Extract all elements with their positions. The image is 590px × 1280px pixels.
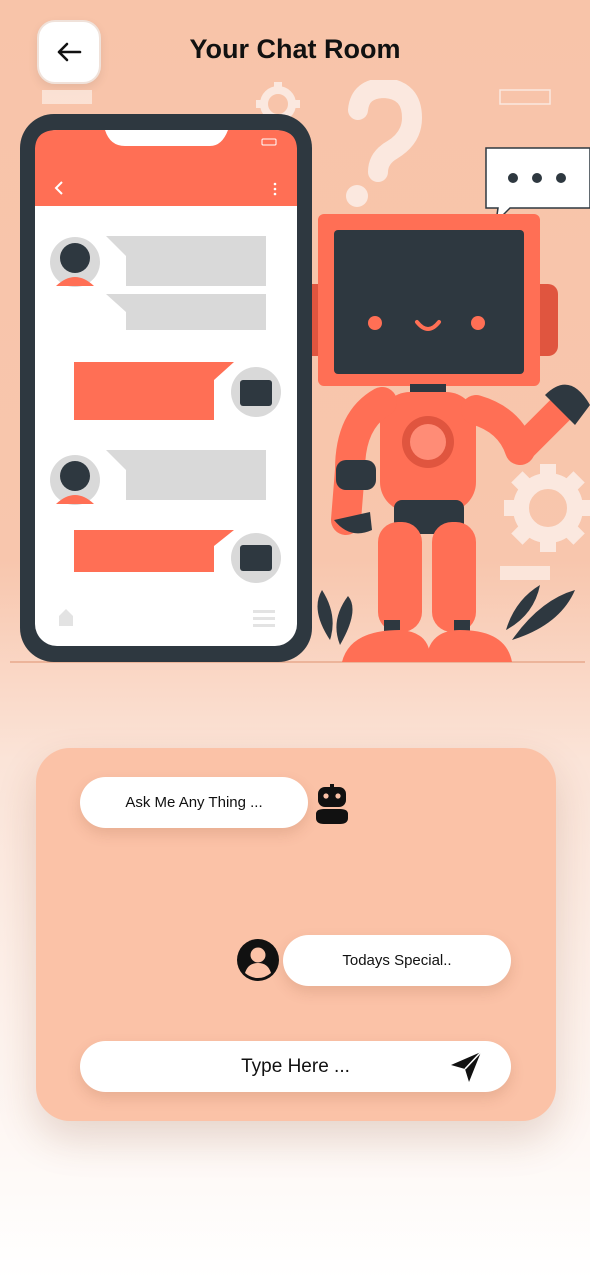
phone-mockup bbox=[20, 114, 312, 662]
hero-illustration bbox=[0, 77, 590, 680]
user-circle-icon bbox=[237, 939, 279, 981]
send-paper-plane-icon[interactable] bbox=[449, 1050, 483, 1084]
page-title: Your Chat Room bbox=[189, 34, 401, 64]
robot-icon bbox=[316, 784, 348, 824]
message-input[interactable] bbox=[80, 1041, 511, 1092]
gear-icon bbox=[504, 464, 590, 552]
question-mark-icon bbox=[346, 77, 423, 207]
user-message-bubble: Todays Special.. bbox=[283, 935, 511, 986]
message-input-bar bbox=[80, 1041, 511, 1092]
robot bbox=[298, 214, 590, 662]
speech-bubble-ellipsis-icon bbox=[485, 147, 590, 225]
chat-panel: Ask Me Any Thing ... Todays Special.. bbox=[36, 748, 556, 1121]
bot-message-bubble: Ask Me Any Thing ... bbox=[80, 777, 308, 828]
robot-phone-illustration bbox=[10, 77, 590, 663]
